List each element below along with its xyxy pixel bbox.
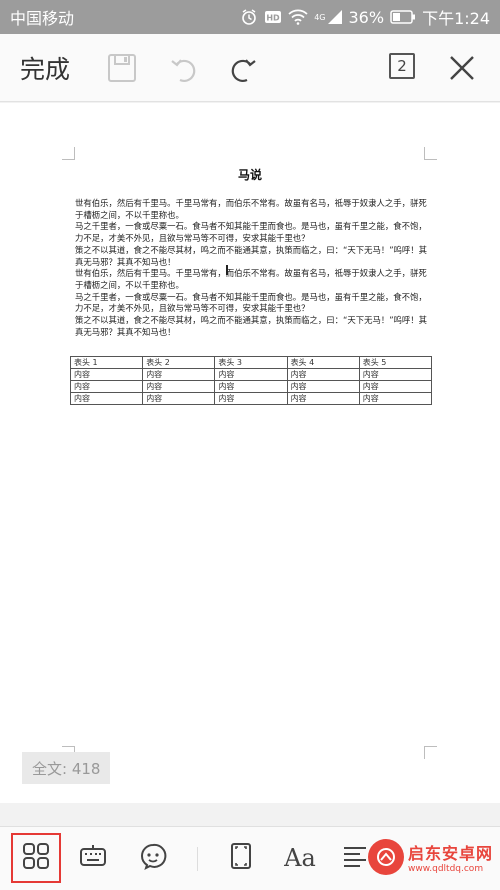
table-cell[interactable]: 内容 (358, 392, 433, 405)
editor-toolbar: 完成 (0, 34, 500, 102)
table-cell[interactable]: 内容 (69, 368, 144, 381)
alarm-icon (240, 8, 258, 26)
paragraph[interactable]: 马之千里者，一食或尽粟一石。食马者不知其能千里而食也。是马也，虽有千里之能，食不… (75, 292, 430, 315)
voice-button[interactable] (128, 833, 178, 883)
undo-icon[interactable] (168, 52, 200, 84)
voice-icon (139, 842, 167, 874)
paragraph[interactable]: 世有伯乐，然后有千里马。千里马常有，而伯乐不常有。故虽有名马，祗辱于奴隶人之手，… (75, 268, 430, 291)
paragraph[interactable]: 策之不以其道，食之不能尽其材，鸣之而不能通其意，执策而临之，曰：“天下无马！”呜… (75, 245, 430, 268)
table-row: 内容 内容 内容 内容 内容 (69, 380, 433, 393)
table-cell[interactable]: 内容 (286, 380, 360, 393)
grid-button[interactable] (11, 833, 61, 883)
grid-icon (22, 842, 50, 874)
done-button[interactable]: 完成 (20, 50, 70, 86)
carrier-label: 中国移动 (10, 9, 75, 28)
table-row: 内容 内容 内容 内容 内容 (69, 368, 433, 381)
clock: 下午1:24 (422, 9, 490, 28)
document-body[interactable]: 世有伯乐，然后有千里马。千里马常有，而伯乐不常有。故虽有名马，祗辱于奴隶人之手，… (75, 198, 430, 338)
table-cell[interactable]: 内容 (142, 380, 216, 393)
table-header-cell[interactable]: 表头 2 (142, 356, 216, 369)
watermark-logo-icon (368, 839, 404, 875)
table-row: 内容 内容 内容 内容 内容 (69, 392, 433, 405)
font-icon: Aa (284, 844, 316, 872)
margin-marker (424, 746, 437, 759)
font-button[interactable]: Aa (275, 833, 325, 883)
watermark-name: 启东安卓网 (408, 844, 494, 863)
paragraph[interactable]: 马之千里者，一食或尽粟一石。食马者不知其能千里而食也。是马也，虽有千里之能，食不… (75, 221, 430, 244)
fullscreen-button[interactable] (216, 833, 266, 883)
table-cell[interactable]: 内容 (214, 380, 288, 393)
watermark-text: 启东安卓网 www.qdltdq.com (408, 840, 493, 874)
table-cell[interactable]: 内容 (358, 380, 433, 393)
table-cell[interactable]: 内容 (69, 380, 144, 393)
signal-icon: 4G (314, 9, 342, 25)
status-icons: HD 4G 36% 下午1:24 (240, 5, 490, 29)
svg-text:HD: HD (267, 14, 281, 23)
table-header-cell[interactable]: 表头 3 (214, 356, 288, 369)
status-bar: 中国移动 HD 4G 36% 下午1:24 (0, 0, 500, 34)
word-count-badge: 全文: 418 (22, 752, 111, 784)
paragraph[interactable]: 世有伯乐，然后有千里马。千里马常有，而伯乐不常有。故虽有名马，祗辱于奴隶人之手，… (75, 198, 430, 221)
fullscreen-icon (227, 842, 255, 874)
table-header-cell[interactable]: 表头 5 (358, 356, 433, 369)
watermark-url: www.qdltdq.com (408, 864, 484, 874)
table-cell[interactable]: 内容 (142, 368, 216, 381)
keyboard-button[interactable] (68, 833, 118, 883)
document-table[interactable]: 表头 1 表头 2 表头 3 表头 4 表头 5 内容 内容 内容 内容 内容 … (69, 356, 433, 405)
align-icon (341, 842, 369, 874)
network-type: 4G (314, 12, 326, 22)
text-cursor (226, 265, 228, 275)
save-icon[interactable] (106, 52, 138, 84)
table-cell[interactable]: 内容 (358, 368, 433, 381)
table-cell[interactable]: 内容 (286, 392, 360, 405)
table-header-cell[interactable]: 表头 4 (286, 356, 360, 369)
table-cell[interactable]: 内容 (214, 368, 288, 381)
close-icon[interactable] (446, 52, 478, 84)
paragraph[interactable]: 策之不以其道，食之不能尽其材，鸣之而不能通其意，执策而临之，曰：“天下无马！”呜… (75, 315, 430, 338)
table-cell[interactable]: 内容 (214, 392, 288, 405)
table-cell[interactable]: 内容 (286, 368, 360, 381)
toolbar-divider (197, 847, 198, 871)
battery-percent: 36% (348, 7, 385, 27)
table-header-cell[interactable]: 表头 1 (69, 356, 144, 369)
margin-marker (62, 147, 75, 160)
hd-icon: HD (264, 9, 282, 25)
margin-marker (424, 147, 437, 160)
table-cell[interactable]: 内容 (142, 392, 216, 405)
page-count-button[interactable]: 2 (389, 53, 415, 79)
table-header-row: 表头 1 表头 2 表头 3 表头 4 表头 5 (69, 356, 433, 369)
document-title[interactable]: 马说 (0, 166, 500, 183)
wifi-icon (288, 9, 308, 25)
redo-icon[interactable] (227, 52, 259, 84)
document-page[interactable]: 马说 世有伯乐，然后有千里马。千里马常有，而伯乐不常有。故虽有名马，祗辱于奴隶人… (0, 103, 500, 803)
keyboard-icon (79, 842, 107, 874)
battery-icon (390, 10, 416, 24)
watermark: 启东安卓网 www.qdltdq.com (368, 828, 500, 886)
table-cell[interactable]: 内容 (69, 392, 144, 405)
